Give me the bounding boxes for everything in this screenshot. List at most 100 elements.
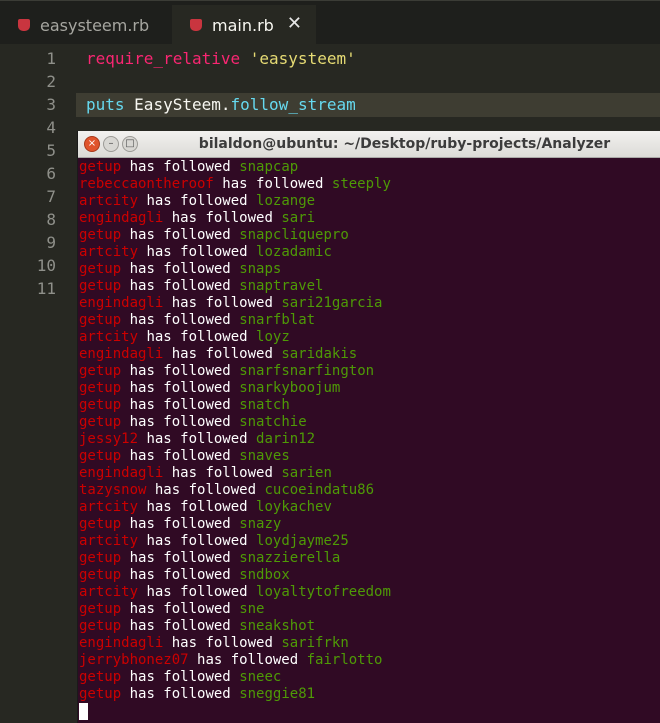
follower-name: getup [79,261,122,277]
followee-name: sari21garcia [281,295,383,311]
follower-name: getup [79,278,122,294]
followee-name: snarkyboojum [239,380,341,396]
line-number: 6 [46,164,56,183]
terminal-title: bilaldon@ubuntu: ~/Desktop/ruby-projects… [198,136,611,152]
terminal-line: getup has followed snarfblat [79,312,659,329]
follow-verb: has followed [171,210,273,226]
maximize-window-button[interactable]: □ [122,136,138,152]
code-method: follow_stream [230,95,356,114]
follower-name: rebeccaontheroof [79,176,214,192]
minimize-window-button[interactable]: – [103,136,119,152]
tab-easysteem[interactable]: easysteem.rb [0,5,172,45]
line-number: 10 [36,256,56,275]
line-number: 8 [46,210,56,229]
follower-name: engindagli [79,346,164,362]
follower-name: getup [79,380,122,396]
follower-name: engindagli [79,295,164,311]
followee-name: fairlotto [306,652,383,668]
terminal-line: getup has followed snaves [79,448,659,465]
followee-name: snapcap [239,159,299,175]
line-number: 5 [46,141,56,160]
ruby-file-icon [18,19,30,31]
follow-verb: has followed [129,448,231,464]
follow-verb: has followed [146,244,248,260]
followee-name: sari [281,210,316,226]
line-number: 1 [46,49,56,68]
code-dot: . [220,95,231,114]
terminal-line: getup has followed snaptravel [79,278,659,295]
code-line-1[interactable]: require_relative 'easysteem' [86,48,356,70]
terminal-line: getup has followed snazy [79,516,659,533]
followee-name: sarien [281,465,332,481]
terminal-line: artcity has followed loyaltytofreedom [79,584,659,601]
terminal-line: engindagli has followed sari [79,210,659,227]
followee-name: snaves [239,448,290,464]
follow-verb: has followed [171,295,273,311]
terminal-line: engindagli has followed sari21garcia [79,295,659,312]
terminal-line: artcity has followed loydjayme25 [79,533,659,550]
terminal-window[interactable]: × – □ bilaldon@ubuntu: ~/Desktop/ruby-pr… [77,131,660,723]
followee-name: lozange [256,193,316,209]
follower-name: artcity [79,329,139,345]
follower-name: engindagli [79,210,164,226]
terminal-line: artcity has followed lozadamic [79,244,659,261]
followee-name: darin12 [256,431,316,447]
follow-verb: has followed [129,380,231,396]
follower-name: getup [79,601,122,617]
follow-verb: has followed [129,686,231,702]
followee-name: snazy [239,516,282,532]
terminal-line: getup has followed snazzierella [79,550,659,567]
followee-name: snatch [239,397,290,413]
follower-name: getup [79,618,122,634]
followee-name: sneggie81 [239,686,316,702]
terminal-line: engindagli has followed saridakis [79,346,659,363]
line-number: 11 [36,279,56,298]
follower-name: artcity [79,499,139,515]
terminal-line: artcity has followed loykachev [79,499,659,516]
followee-name: loydjayme25 [256,533,349,549]
follower-name: getup [79,414,122,430]
follow-verb: has followed [129,261,231,277]
terminal-line: getup has followed snatchie [79,414,659,431]
follower-name: getup [79,669,122,685]
terminal-line: tazysnow has followed cucoeindatu86 [79,482,659,499]
followee-name: snazzierella [239,550,341,566]
follow-verb: has followed [129,601,231,617]
follower-name: artcity [79,584,139,600]
terminal-line: getup has followed snapcliquepro [79,227,659,244]
follower-name: artcity [79,533,139,549]
follow-verb: has followed [129,363,231,379]
code-line-3[interactable]: puts EasySteem.follow_stream [86,94,356,116]
code-keyword: require_relative [86,49,241,68]
terminal-line: rebeccaontheroof has followed steeply [79,176,659,193]
follower-name: artcity [79,244,139,260]
tab-label: main.rb [212,15,274,35]
follower-name: getup [79,397,122,413]
follower-name: engindagli [79,635,164,651]
follow-verb: has followed [129,159,231,175]
tab-main[interactable]: main.rb ✕ [172,5,316,45]
terminal-line: getup has followed sneec [79,669,659,686]
close-window-button[interactable]: × [84,136,100,152]
follow-verb: has followed [129,312,231,328]
close-tab-icon[interactable]: ✕ [287,15,302,33]
followee-name: snaps [239,261,282,277]
followee-name: snarfsnarfington [239,363,375,379]
terminal-line: getup has followed sndbox [79,567,659,584]
followee-name: snatchie [239,414,307,430]
follow-verb: has followed [129,516,231,532]
ruby-file-icon [190,19,202,31]
followee-name: lozadamic [256,244,332,260]
followee-name: saridakis [281,346,358,362]
line-number: 2 [46,72,56,91]
follow-verb: has followed [146,193,248,209]
follower-name: jessy12 [79,431,139,447]
followee-name: sarifrkn [281,635,349,651]
terminal-titlebar[interactable]: × – □ bilaldon@ubuntu: ~/Desktop/ruby-pr… [78,131,660,158]
terminal-line: getup has followed snatch [79,397,659,414]
follow-verb: has followed [129,397,231,413]
follower-name: getup [79,363,122,379]
tab-bar: easysteem.rb main.rb ✕ [0,0,660,45]
terminal-line: engindagli has followed sarien [79,465,659,482]
terminal-line: getup has followed snarfsnarfington [79,363,659,380]
